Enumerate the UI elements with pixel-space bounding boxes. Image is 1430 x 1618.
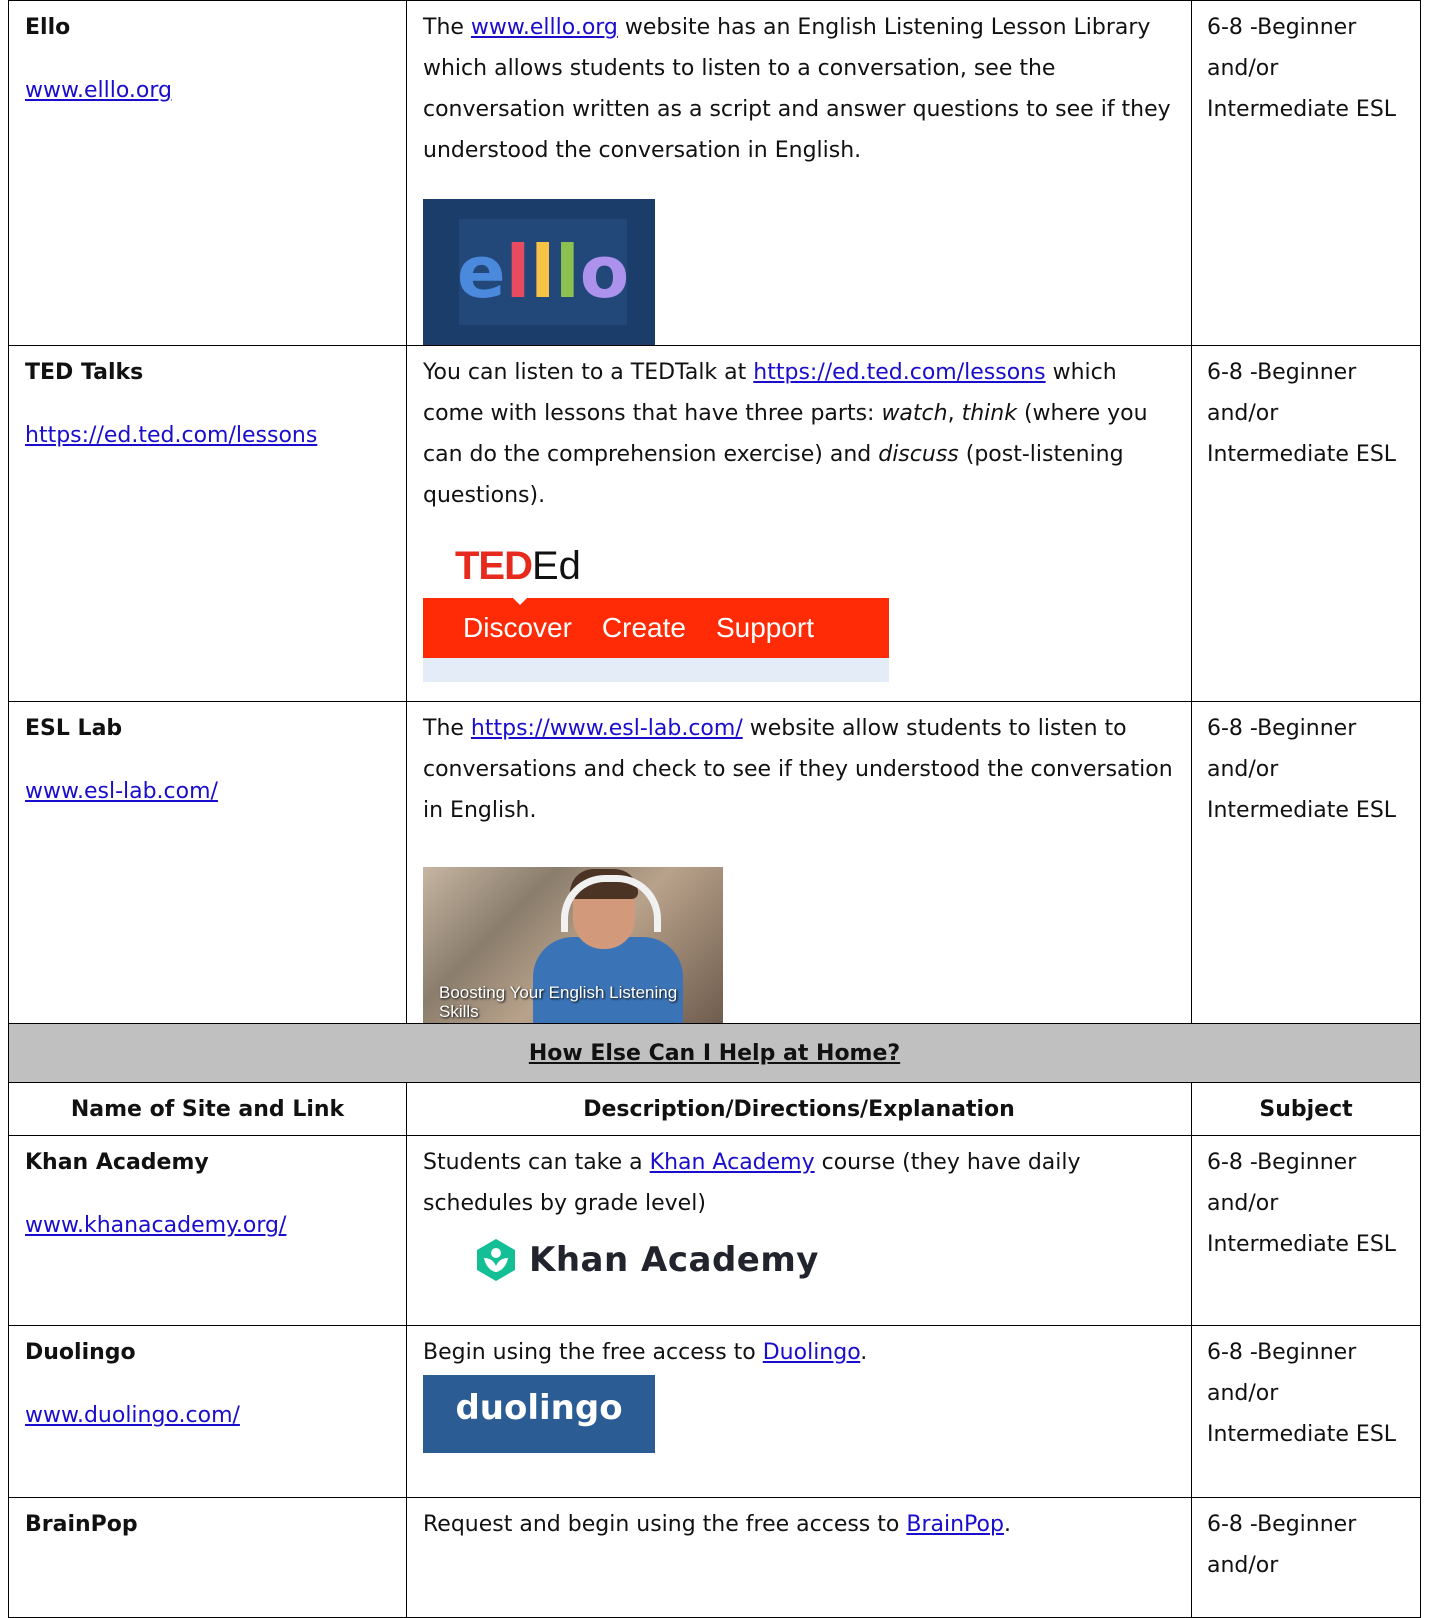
column-header: Description/Directions/Explanation	[406, 1082, 1192, 1136]
header-row: Name of Site and Link Description/Direct…	[8, 1082, 1421, 1136]
description-cell: Students can take a Khan Academy course …	[406, 1135, 1192, 1326]
khan-academy-logo: Khan Academy	[475, 1228, 1175, 1292]
description-link[interactable]: Duolingo	[763, 1340, 861, 1365]
photo-caption: Boosting Your English Listening Skills	[439, 983, 678, 1021]
section-title: How Else Can I Help at Home?	[8, 1023, 1421, 1083]
nav-support: Support	[715, 612, 815, 643]
description-text: You can listen to a TEDTalk at https://e…	[423, 360, 1148, 508]
section-row: How Else Can I Help at Home?	[8, 1023, 1421, 1083]
site-link[interactable]: https://ed.ted.com/lessons	[25, 423, 317, 448]
description-cell: The www.elllo.org website has an English…	[406, 0, 1192, 346]
site-link[interactable]: www.khanacademy.org/	[25, 1213, 286, 1238]
column-header: Subject	[1191, 1082, 1421, 1136]
duolingo-logo: duolingo	[423, 1375, 655, 1453]
description-text: Students can take a Khan Academy course …	[423, 1150, 1081, 1216]
table-row: TED Talks https://ed.ted.com/lessons You…	[8, 345, 1421, 702]
site-cell: Duolingo www.duolingo.com/	[8, 1325, 407, 1498]
description-cell: Request and begin using the free access …	[406, 1497, 1192, 1618]
description-cell: You can listen to a TEDTalk at https://e…	[406, 345, 1192, 702]
site-cell: ESL Lab www.esl-lab.com/	[8, 701, 407, 1024]
site-name: Khan Academy	[25, 1150, 209, 1175]
elllo-logo: elllo	[423, 199, 655, 345]
site-cell: Khan Academy www.khanacademy.org/	[8, 1135, 407, 1326]
subject-cell: 6-8 -Beginner and/or Intermediate ESL	[1191, 1135, 1421, 1326]
table-row: Khan Academy www.khanacademy.org/ Studen…	[8, 1135, 1421, 1326]
table-row: BrainPop Request and begin using the fre…	[8, 1497, 1421, 1618]
site-cell: TED Talks https://ed.ted.com/lessons	[8, 345, 407, 702]
site-name: ESL Lab	[25, 716, 123, 741]
esl-lab-photo: Boosting Your English Listening Skills	[423, 867, 723, 1023]
table-row: ESL Lab www.esl-lab.com/ The https://www…	[8, 701, 1421, 1024]
description-cell: Begin using the free access to Duolingo.…	[406, 1325, 1192, 1498]
description-text: Request and begin using the free access …	[423, 1512, 1011, 1537]
description-cell: The https://www.esl-lab.com/ website all…	[406, 701, 1192, 1024]
description-text: The https://www.esl-lab.com/ website all…	[423, 716, 1173, 823]
site-name: BrainPop	[25, 1512, 138, 1537]
elllo-logo-text: elllo	[456, 230, 630, 314]
caret-icon	[513, 598, 527, 605]
table-row: Ello www.elllo.org The www.elllo.org web…	[8, 0, 1421, 346]
description-link[interactable]: BrainPop	[906, 1512, 1004, 1537]
site-link[interactable]: www.esl-lab.com/	[25, 779, 218, 804]
description-link[interactable]: www.elllo.org	[471, 15, 618, 40]
description-link[interactable]: Khan Academy	[650, 1150, 815, 1175]
site-link[interactable]: www.duolingo.com/	[25, 1403, 240, 1428]
subject-cell: 6-8 -Beginner and/or	[1191, 1497, 1421, 1618]
column-header: Name of Site and Link	[8, 1082, 407, 1136]
nav-discover: Discover	[463, 612, 572, 643]
subject-cell: 6-8 -Beginner and/or Intermediate ESL	[1191, 1325, 1421, 1498]
subject-cell: 6-8 -Beginner and/or Intermediate ESL	[1191, 701, 1421, 1024]
site-name: TED Talks	[25, 360, 144, 385]
ted-ed-nav-bar: Discover Create Support	[423, 598, 889, 658]
resource-table: Ello www.elllo.org The www.elllo.org web…	[8, 0, 1421, 1618]
site-link[interactable]: www.elllo.org	[25, 78, 172, 103]
description-link[interactable]: https://www.esl-lab.com/	[471, 716, 743, 741]
subject-cell: 6-8 -Beginner and/or Intermediate ESL	[1191, 345, 1421, 702]
nav-create: Create	[601, 612, 686, 643]
ted-ed-logo: TEDEd Discover Create Support	[423, 546, 889, 682]
description-link[interactable]: https://ed.ted.com/lessons	[753, 360, 1045, 385]
site-name: Duolingo	[25, 1340, 136, 1365]
description-text: The www.elllo.org website has an English…	[423, 15, 1171, 163]
description-text: Begin using the free access to Duolingo.	[423, 1340, 868, 1365]
subject-cell: 6-8 -Beginner and/or Intermediate ESL	[1191, 0, 1421, 346]
khan-leaf-icon	[477, 1239, 515, 1281]
site-name: Ello	[25, 15, 71, 40]
site-cell: Ello www.elllo.org	[8, 0, 407, 346]
site-cell: BrainPop	[8, 1497, 407, 1618]
table-row: Duolingo www.duolingo.com/ Begin using t…	[8, 1325, 1421, 1498]
